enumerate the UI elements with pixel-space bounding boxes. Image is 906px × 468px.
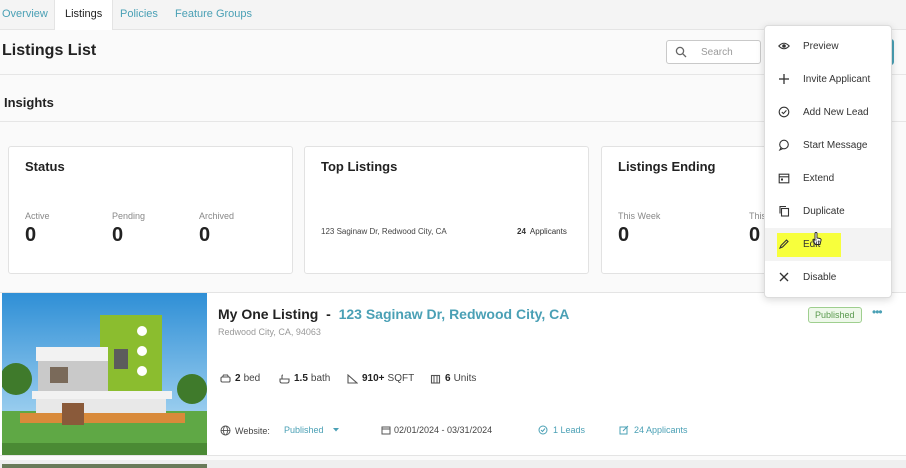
- tab-policies[interactable]: Policies: [120, 8, 158, 20]
- menu-item-label: Extend: [803, 173, 835, 184]
- top-listing-address[interactable]: 123 Saginaw Dr, Redwood City, CA: [321, 227, 447, 236]
- search-placeholder: Search: [701, 47, 733, 58]
- listings-ending-card: Listings Ending This Week 0 This 0: [601, 146, 781, 274]
- menu-item-duplicate[interactable]: Duplicate: [765, 195, 891, 228]
- stat-this-week: This Week 0: [618, 211, 660, 247]
- stat-label: Active: [25, 211, 50, 221]
- stat-archived: Archived 0: [199, 211, 234, 247]
- menu-item-label: Disable: [803, 272, 837, 283]
- chevron-down-icon: [332, 428, 339, 432]
- website-label: Website:: [235, 425, 270, 436]
- spec-beds: 2 bed: [220, 373, 260, 384]
- next-listing-photo: [2, 464, 207, 468]
- leads-text: 1 Leads: [553, 425, 586, 435]
- beds-unit: bed: [243, 373, 261, 384]
- applicants-link[interactable]: 24 Applicants: [619, 425, 688, 435]
- check-circle-icon: [778, 106, 790, 118]
- globe-icon: [220, 425, 231, 436]
- stat-value: 0: [199, 224, 211, 246]
- stat-value: 0: [112, 224, 124, 246]
- stat-label: Pending: [112, 211, 146, 221]
- stat-value: 0: [25, 224, 37, 246]
- building-icon: [430, 374, 441, 384]
- applicant-count: 24: [517, 227, 526, 236]
- tab-overview[interactable]: Overview: [2, 8, 48, 20]
- menu-item-label: Duplicate: [803, 206, 845, 217]
- bath-icon: [279, 373, 290, 384]
- website-status-dropdown[interactable]: Published: [284, 425, 340, 435]
- menu-item-label: Add New Lead: [803, 107, 869, 118]
- more-options-icon[interactable]: •••: [872, 305, 883, 319]
- baths-value: 1.5: [294, 373, 308, 384]
- insights-title: Insights: [4, 95, 54, 110]
- status-card-title: Status: [25, 159, 65, 174]
- listing-address-link[interactable]: 123 Saginaw Dr, Redwood City, CA: [339, 306, 570, 322]
- tab-feature-groups[interactable]: Feature Groups: [175, 8, 252, 20]
- copy-icon: [779, 205, 790, 217]
- spec-units: 6 Units: [430, 373, 476, 384]
- sqft-value: 910+: [362, 373, 385, 384]
- date-range: 02/01/2024 - 03/31/2024: [381, 425, 492, 435]
- top-listings-title: Top Listings: [321, 159, 398, 174]
- units-value: 6: [445, 373, 451, 384]
- calendar-icon: [778, 173, 790, 184]
- status-card: Status Active 0 Pending 0 Archived 0: [8, 146, 293, 274]
- title-separator: -: [326, 306, 331, 322]
- menu-item-add-new-lead[interactable]: Add New Lead: [765, 96, 891, 129]
- calendar-icon: [381, 426, 391, 435]
- menu-item-preview[interactable]: Preview: [765, 30, 891, 63]
- search-input[interactable]: Search: [666, 40, 761, 64]
- tab-listings[interactable]: Listings: [54, 0, 114, 30]
- status-badge: Published: [808, 307, 862, 323]
- stat-value: 0: [618, 224, 630, 246]
- check-circle-icon: [538, 425, 548, 435]
- stat-pending: Pending 0: [112, 211, 145, 247]
- menu-item-invite-applicant[interactable]: Invite Applicant: [765, 63, 891, 96]
- date-range-text: 02/01/2024 - 03/31/2024: [394, 425, 493, 435]
- listings-ending-title: Listings Ending: [618, 159, 716, 174]
- pencil-icon: [779, 239, 789, 249]
- beds-value: 2: [235, 373, 241, 384]
- sqft-unit: SQFT: [387, 373, 415, 384]
- baths-unit: bath: [310, 373, 331, 384]
- website-status-value: Published: [284, 425, 324, 435]
- menu-item-label: Invite Applicant: [803, 74, 871, 85]
- units-unit: Units: [453, 373, 477, 384]
- stat-active: Active 0: [25, 211, 50, 247]
- menu-item-start-message[interactable]: Start Message: [765, 129, 891, 162]
- listing-subaddress: Redwood City, CA, 94063: [218, 327, 321, 337]
- menu-item-label: Preview: [803, 41, 839, 52]
- listing-actions-menu: Preview Invite Applicant Add New Lead St…: [764, 25, 892, 298]
- listing-name: My One Listing: [218, 306, 319, 322]
- ruler-icon: [347, 373, 358, 384]
- top-listing-count: 24 Applicants: [517, 227, 567, 236]
- menu-item-extend[interactable]: Extend: [765, 162, 891, 195]
- stat-label: Archived: [199, 211, 235, 221]
- next-listing-preview: [0, 460, 906, 468]
- chat-bubble-icon: [778, 139, 789, 151]
- stat-label: This Week: [618, 211, 661, 221]
- listing-title: My One Listing - 123 Saginaw Dr, Redwood…: [218, 306, 569, 322]
- menu-item-label: Start Message: [803, 140, 868, 151]
- page-title: Listings List: [2, 42, 97, 59]
- menu-item-disable[interactable]: Disable: [765, 261, 891, 294]
- search-icon: [675, 46, 687, 58]
- applicants-text: 24 Applicants: [634, 425, 688, 435]
- menu-item-label: Edit: [803, 239, 821, 250]
- edit-square-icon: [619, 425, 629, 435]
- applicant-count-label: Applicants: [529, 227, 567, 236]
- spec-sqft: 910+ SQFT: [347, 373, 414, 384]
- x-icon: [779, 272, 789, 282]
- leads-link[interactable]: 1 Leads: [538, 425, 585, 435]
- listing-card: My One Listing - 123 Saginaw Dr, Redwood…: [0, 292, 906, 456]
- website-field: Website:: [220, 425, 270, 436]
- listing-photo[interactable]: [2, 293, 207, 455]
- top-listings-card: Top Listings 123 Saginaw Dr, Redwood Cit…: [304, 146, 589, 274]
- eye-icon: [778, 42, 790, 50]
- menu-item-edit[interactable]: Edit: [765, 228, 891, 261]
- car-icon: [220, 373, 231, 383]
- plus-icon: [779, 74, 789, 84]
- spec-baths: 1.5 bath: [279, 373, 330, 384]
